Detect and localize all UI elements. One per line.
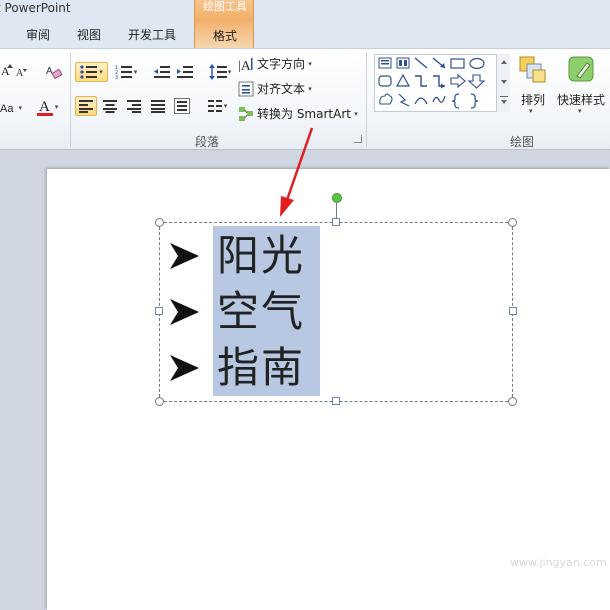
shrink-font-icon[interactable]: A <box>14 63 28 79</box>
bullet-item[interactable]: 指南 <box>168 345 308 391</box>
arrange-dropdown-icon[interactable]: ▾ <box>529 107 533 115</box>
arrowhead-bullet-icon <box>170 299 199 325</box>
svg-text:A: A <box>46 66 53 77</box>
align-center-icon[interactable] <box>99 96 121 116</box>
quick-styles-dropdown-icon[interactable]: ▾ <box>578 107 582 115</box>
bullet-text[interactable]: 阳光 <box>214 233 308 279</box>
resize-handle-bottom-left[interactable] <box>155 397 164 406</box>
text-direction-button[interactable]: |A 文字方向 ▾ <box>238 55 312 74</box>
text-direction-label: 文字方向 <box>257 57 306 71</box>
svg-text:3: 3 <box>115 75 118 79</box>
resize-handle-top-left[interactable] <box>155 218 164 227</box>
numbering-button[interactable]: 1 2 3 ▾ <box>111 62 141 82</box>
increase-indent-icon[interactable] <box>174 62 196 82</box>
arrowhead-bullet-icon <box>170 355 199 381</box>
svg-text:A: A <box>16 68 24 78</box>
svg-text:A: A <box>39 99 50 115</box>
smartart-icon <box>238 106 254 122</box>
align-text-button[interactable]: 对齐文本 ▾ <box>238 80 312 97</box>
tab-view[interactable]: 视图 <box>77 26 101 43</box>
resize-handle-right[interactable] <box>509 307 517 315</box>
convert-smartart-label: 转换为 SmartArt <box>257 107 351 121</box>
quick-styles-icon[interactable] <box>562 53 600 87</box>
gallery-scroll-icons <box>500 60 508 104</box>
clear-formatting-icon[interactable]: A <box>44 61 64 81</box>
drawing-group-label: 绘图 <box>509 135 534 149</box>
align-left-button[interactable] <box>75 96 97 116</box>
shapes-gallery[interactable] <box>374 54 510 112</box>
ribbon-tab-row: 审阅 视图 开发工具 <box>0 18 610 48</box>
svg-text:Aa: Aa <box>0 103 14 115</box>
bullet-item[interactable]: 空气 <box>168 289 308 335</box>
arrange-icon[interactable] <box>515 53 551 87</box>
font-color-button[interactable]: A ▾ <box>32 95 62 119</box>
resize-handle-left[interactable] <box>155 307 163 315</box>
svg-text:|A: |A <box>238 59 252 72</box>
rotate-handle[interactable] <box>332 193 342 203</box>
decrease-indent-icon[interactable] <box>151 62 173 82</box>
arrowhead-bullet-icon <box>170 243 199 269</box>
tab-developer[interactable]: 开发工具 <box>128 26 176 43</box>
tab-review[interactable]: 审阅 <box>26 26 50 43</box>
resize-handle-top[interactable] <box>332 218 340 226</box>
shapes-gallery-icons <box>378 57 486 109</box>
resize-handle-bottom-right[interactable] <box>508 397 517 406</box>
bullet-text[interactable]: 空气 <box>214 289 308 335</box>
resize-handle-bottom[interactable] <box>332 397 340 405</box>
resize-handle-top-right[interactable] <box>508 218 517 227</box>
convert-smartart-button[interactable]: 转换为 SmartArt ▾ <box>238 105 358 122</box>
paragraph-dialog-launcher-icon[interactable] <box>354 135 362 143</box>
columns-button[interactable]: ▾ <box>203 96 231 116</box>
arrange-label[interactable]: 排列 <box>515 91 551 108</box>
drawing-tools-label: 绘图工具 <box>203 0 247 13</box>
change-case-icon[interactable]: Aa ▾ <box>0 99 22 117</box>
line-spacing-button[interactable]: ▾ <box>207 62 233 82</box>
drawing-tools-context-group: 绘图工具 格式 <box>194 0 254 48</box>
quick-styles-label[interactable]: 快速样式 <box>555 91 607 108</box>
watermark: www.jingyan.com <box>510 556 607 569</box>
bullet-item[interactable]: 阳光 <box>168 233 308 279</box>
text-direction-icon: |A <box>238 56 254 74</box>
title-bar: t PowerPoint <box>0 0 610 18</box>
ribbon: A A A Aa ▾ A ▾ ▾ 1 2 3 ▾ ▾ ▾ |A 文字方向 ▾ 对… <box>0 48 610 150</box>
app-title: t PowerPoint <box>0 1 71 15</box>
ribbon-separator <box>70 53 71 147</box>
tab-format[interactable]: 格式 <box>195 27 255 44</box>
ribbon-separator <box>366 53 367 147</box>
justify-icon[interactable] <box>147 96 169 116</box>
grow-font-icon[interactable]: A <box>0 61 14 79</box>
align-text-label: 对齐文本 <box>257 82 306 96</box>
paragraph-group-label: 段落 <box>194 135 219 149</box>
bullets-button[interactable]: ▾ <box>75 62 108 82</box>
align-text-icon <box>238 81 254 97</box>
bullet-text[interactable]: 指南 <box>214 345 308 391</box>
align-right-icon[interactable] <box>123 96 145 116</box>
distributed-align-icon[interactable] <box>171 96 193 116</box>
shapes-gallery-scrollbar[interactable] <box>496 54 510 112</box>
